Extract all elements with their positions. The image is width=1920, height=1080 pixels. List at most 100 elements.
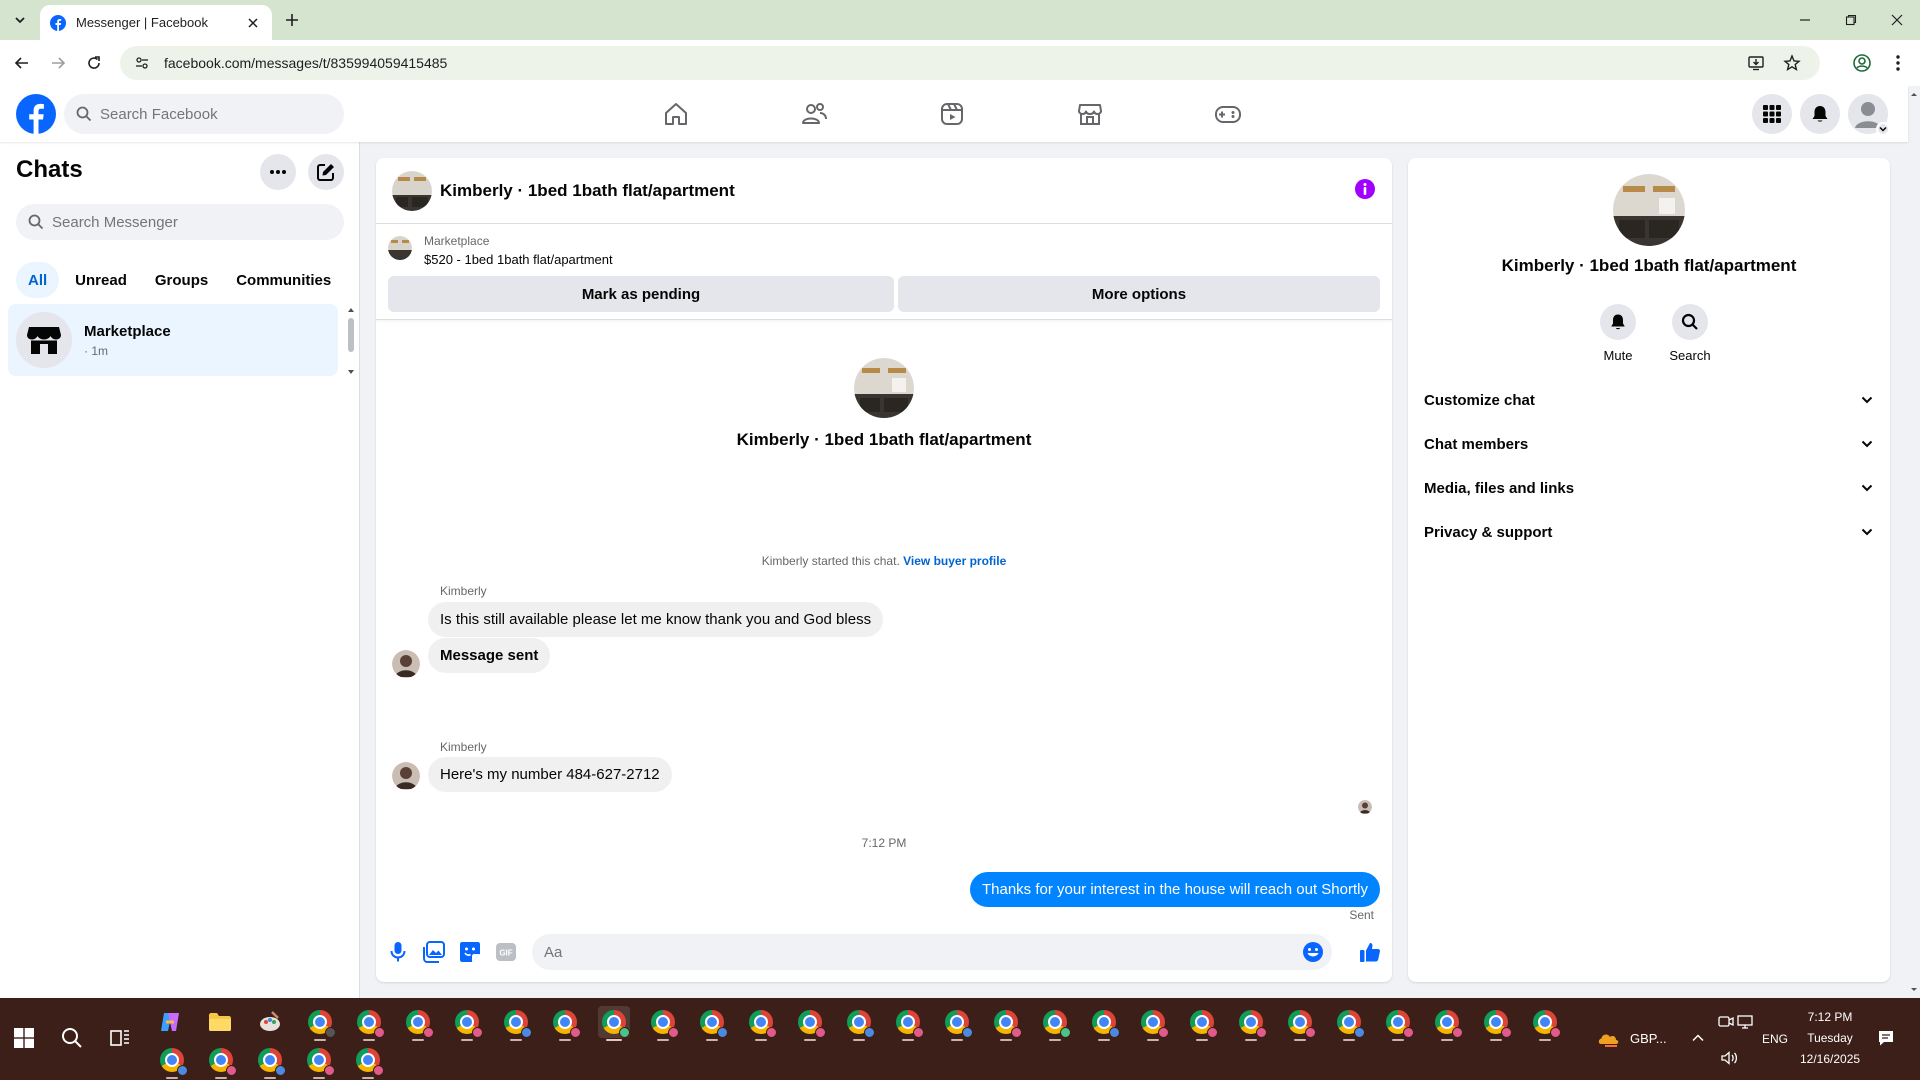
incoming-message[interactable]: Message sent — [428, 638, 551, 673]
conversation-avatar[interactable] — [392, 170, 432, 211]
nav-marketplace[interactable] — [1034, 86, 1146, 142]
section-customize-chat[interactable]: Customize chat — [1416, 378, 1882, 422]
install-app-icon[interactable] — [1742, 49, 1770, 77]
taskbar-chrome[interactable] — [156, 1044, 188, 1079]
taskbar-chrome[interactable] — [647, 1006, 679, 1041]
message-input-box[interactable] — [532, 934, 1332, 970]
taskbar-chrome[interactable] — [254, 1044, 286, 1079]
nav-video[interactable] — [896, 86, 1008, 142]
sticker-button[interactable] — [458, 940, 482, 964]
window-close-button[interactable] — [1874, 0, 1920, 40]
taskbar-chrome[interactable] — [1137, 1006, 1169, 1041]
forward-button[interactable] — [44, 49, 72, 77]
tray-volume-icon[interactable] — [1714, 1042, 1746, 1074]
chat-options-button[interactable] — [260, 154, 296, 190]
tray-network-icon[interactable] — [1730, 1006, 1762, 1038]
taskbar-chrome[interactable] — [1186, 1006, 1218, 1041]
search-action[interactable]: Search — [1660, 304, 1720, 363]
nav-friends[interactable] — [758, 86, 870, 142]
mark-as-pending-button[interactable]: Mark as pending — [388, 276, 894, 312]
taskbar-file-explorer[interactable] — [204, 1006, 236, 1038]
sidebar-scrollbar[interactable] — [346, 306, 356, 376]
conversation-info-button[interactable] — [1354, 178, 1376, 200]
taskbar-chrome[interactable] — [500, 1006, 532, 1041]
taskbar-chrome[interactable] — [352, 1044, 384, 1079]
taskbar-chrome[interactable] — [549, 1006, 581, 1041]
taskbar-chrome[interactable] — [1235, 1006, 1267, 1041]
chat-item-marketplace[interactable]: Marketplace · 1m — [8, 304, 338, 376]
back-button[interactable] — [8, 49, 36, 77]
mute-button[interactable] — [1600, 304, 1636, 340]
taskbar-chrome[interactable] — [304, 1006, 336, 1041]
taskbar-chrome[interactable] — [1480, 1006, 1512, 1041]
taskbar-search-button[interactable] — [56, 1022, 88, 1054]
filter-communities[interactable]: Communities — [224, 262, 343, 298]
mute-action[interactable]: Mute — [1588, 304, 1648, 363]
taskbar-chrome[interactable] — [402, 1006, 434, 1041]
weather-widget-icon[interactable] — [1594, 1022, 1626, 1054]
facebook-logo-icon[interactable] — [16, 94, 56, 134]
section-chat-members[interactable]: Chat members — [1416, 422, 1882, 466]
taskbar-chrome[interactable] — [1088, 1006, 1120, 1041]
messenger-search[interactable] — [16, 204, 344, 240]
input-language[interactable]: ENG — [1762, 1032, 1788, 1046]
incoming-message[interactable]: Is this still available please let me kn… — [428, 602, 884, 637]
taskbar-chrome[interactable] — [745, 1006, 777, 1041]
taskbar-chrome[interactable] — [941, 1006, 973, 1041]
filter-unread[interactable]: Unread — [63, 262, 139, 298]
new-tab-button[interactable] — [280, 8, 304, 32]
taskbar-chrome[interactable] — [892, 1006, 924, 1041]
address-bar[interactable]: facebook.com/messages/t/835994059415485 — [120, 46, 1820, 80]
window-restore-button[interactable] — [1828, 0, 1874, 40]
window-minimize-button[interactable] — [1782, 0, 1828, 40]
start-button[interactable] — [8, 1022, 40, 1054]
listing-thumbnail[interactable] — [388, 236, 412, 260]
taskbar-chrome[interactable] — [1039, 1006, 1071, 1041]
taskbar-chrome[interactable] — [843, 1006, 875, 1041]
taskbar-chrome[interactable] — [696, 1006, 728, 1041]
bookmark-star-icon[interactable] — [1778, 49, 1806, 77]
new-message-button[interactable] — [308, 154, 344, 190]
taskbar-chrome[interactable] — [794, 1006, 826, 1041]
taskbar-chrome[interactable] — [1382, 1006, 1414, 1041]
gif-button[interactable]: GIF — [494, 940, 518, 964]
messenger-search-input[interactable] — [52, 213, 332, 231]
taskbar-chrome[interactable] — [1431, 1006, 1463, 1041]
profile-icon[interactable] — [1848, 49, 1876, 77]
send-like-button[interactable] — [1358, 940, 1382, 964]
weather-text[interactable]: GBP... — [1630, 1031, 1667, 1046]
notifications-button[interactable] — [1800, 94, 1840, 134]
nav-home[interactable] — [620, 86, 732, 142]
menu-grid-button[interactable] — [1752, 94, 1792, 134]
taskbar-chrome[interactable] — [303, 1044, 335, 1079]
thread-hero-avatar[interactable] — [854, 358, 914, 418]
tab-search-dropdown[interactable] — [8, 8, 32, 32]
browser-tab-messenger[interactable]: Messenger | Facebook — [40, 5, 272, 40]
taskbar-chrome[interactable] — [1529, 1006, 1561, 1041]
incoming-message[interactable]: Here's my number 484-627-2712 — [428, 757, 672, 792]
sender-avatar[interactable] — [392, 762, 420, 790]
page-scrollbar[interactable] — [1908, 86, 1920, 998]
account-avatar[interactable] — [1848, 94, 1890, 136]
notification-center-button[interactable] — [1870, 1022, 1902, 1054]
sender-avatar[interactable] — [392, 650, 420, 678]
taskbar-chrome[interactable] — [990, 1006, 1022, 1041]
facebook-search[interactable] — [64, 94, 344, 134]
site-info-icon[interactable] — [132, 53, 152, 73]
browser-menu-icon[interactable] — [1884, 49, 1912, 77]
taskbar-chrome[interactable] — [205, 1044, 237, 1079]
facebook-search-input[interactable] — [100, 105, 320, 123]
nav-gaming[interactable] — [1172, 86, 1284, 142]
search-in-chat-button[interactable] — [1672, 304, 1708, 340]
task-view-button[interactable] — [104, 1022, 136, 1054]
taskbar-copilot[interactable] — [154, 1006, 186, 1038]
filter-all[interactable]: All — [16, 262, 60, 298]
message-input[interactable] — [544, 943, 1284, 961]
taskbar-chrome[interactable] — [1284, 1006, 1316, 1041]
section-media-files-links[interactable]: Media, files and links — [1416, 466, 1882, 510]
emoji-button[interactable] — [1302, 941, 1324, 963]
taskbar-app-paint[interactable] — [254, 1006, 286, 1038]
outgoing-message[interactable]: Thanks for your interest in the house wi… — [969, 872, 1380, 907]
system-clock[interactable]: 7:12 PM Tuesday 12/16/2025 — [1800, 1010, 1860, 1066]
more-options-button[interactable]: More options — [898, 276, 1380, 312]
